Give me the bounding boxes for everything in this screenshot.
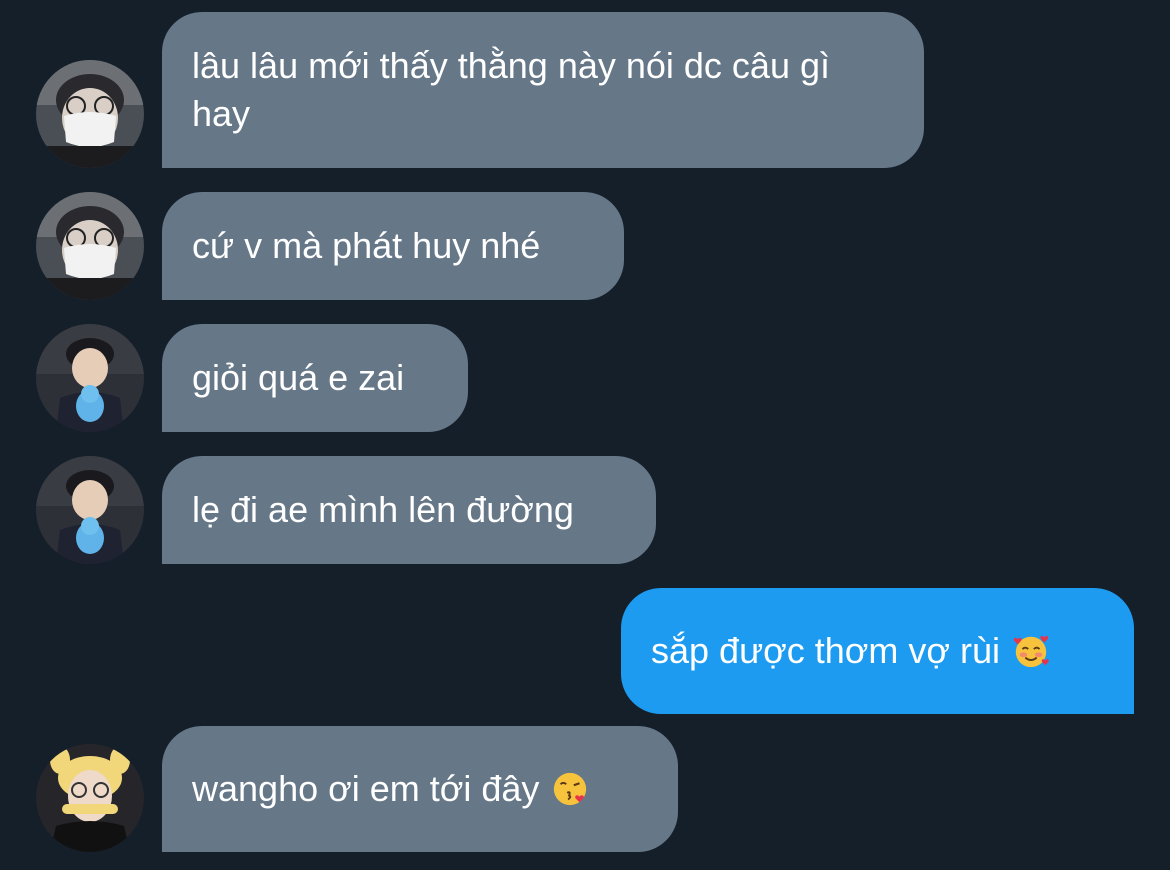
message-bubble-incoming[interactable]: lâu lâu mới thấy thằng này nói dc câu gì… xyxy=(162,12,924,168)
smiling-face-with-hearts-icon xyxy=(1012,632,1050,670)
avatar-photo-icon xyxy=(36,324,144,432)
message-text: giỏi quá e zai xyxy=(192,357,405,398)
avatar-photo-icon xyxy=(36,60,144,168)
avatar-plush[interactable] xyxy=(36,324,144,432)
avatar-photo-icon xyxy=(36,744,144,852)
message-bubble-incoming[interactable]: lẹ đi ae mình lên đường xyxy=(162,456,656,564)
message-text: sắp được thơm vợ rùi xyxy=(651,630,1001,671)
avatar-plush[interactable] xyxy=(36,456,144,564)
avatar-photo-icon xyxy=(36,456,144,564)
face-blowing-kiss-icon xyxy=(551,770,589,808)
message-bubble-incoming[interactable]: wangho ơi em tới đây xyxy=(162,726,678,852)
message-text: wangho ơi em tới đây xyxy=(192,768,540,809)
message-text: cứ v mà phát huy nhé xyxy=(192,225,541,266)
conversation: lâu lâu mới thấy thằng này nói dc câu gì… xyxy=(0,0,1170,870)
message-bubble-incoming[interactable]: giỏi quá e zai xyxy=(162,324,468,432)
avatar-glasses-mask[interactable] xyxy=(36,192,144,300)
avatar-yellow-hood[interactable] xyxy=(36,744,144,852)
message-text: lẹ đi ae mình lên đường xyxy=(192,489,574,530)
message-bubble-incoming[interactable]: cứ v mà phát huy nhé xyxy=(162,192,624,300)
message-bubble-outgoing[interactable]: sắp được thơm vợ rùi xyxy=(621,588,1134,714)
message-text: lâu lâu mới thấy thằng này nói dc câu gì… xyxy=(192,45,830,134)
avatar-photo-icon xyxy=(36,192,144,300)
avatar-glasses-mask[interactable] xyxy=(36,60,144,168)
